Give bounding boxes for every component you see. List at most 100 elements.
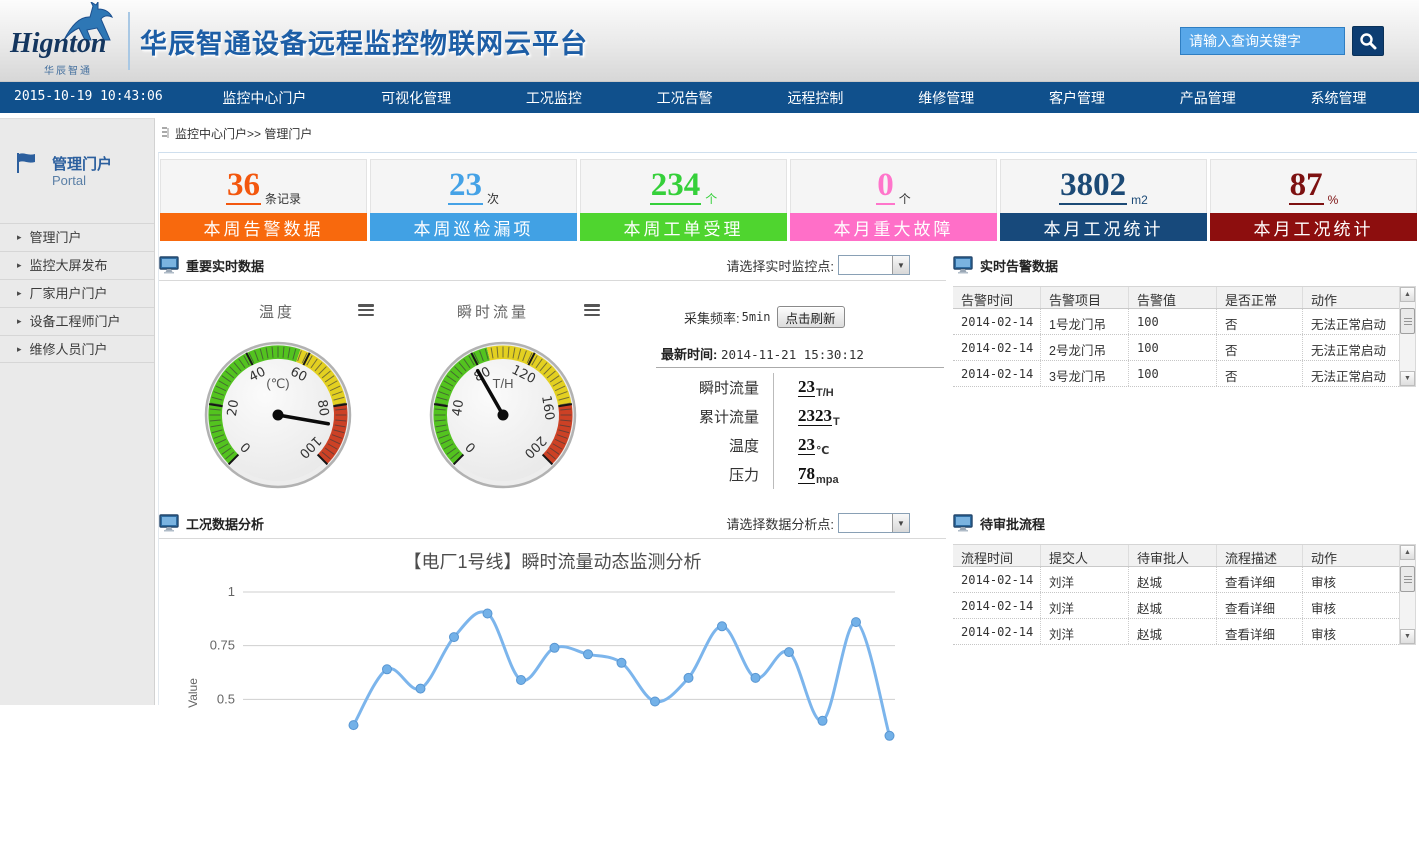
column-header: 提交人 xyxy=(1041,545,1129,566)
metric-label: 压力 xyxy=(656,464,773,485)
analysis-point-select[interactable]: ▼ xyxy=(838,513,910,533)
search-input[interactable] xyxy=(1180,27,1345,55)
approval-table: 流程时间提交人待审批人流程描述动作2014-02-14刘洋赵城查看详细审核201… xyxy=(953,544,1416,645)
stat-card-3[interactable]: 234个本周工单受理 xyxy=(580,159,787,241)
nav-item-1[interactable]: 监控中心门户 xyxy=(222,88,306,108)
nav-item-6[interactable]: 维修管理 xyxy=(918,88,974,108)
table-cell: 否 xyxy=(1217,361,1303,386)
table-cell: 3号龙门吊 xyxy=(1041,361,1129,386)
table-cell: 100 xyxy=(1129,335,1217,360)
stat-label-bar: 本周巡检漏项 xyxy=(370,213,577,241)
svg-text:20: 20 xyxy=(225,399,242,418)
sidebar-item-1[interactable]: ▸管理门户 xyxy=(0,223,154,251)
sidebar-item-4[interactable]: ▸ 设备工程师门户 xyxy=(0,307,154,335)
scrollbar-track[interactable] xyxy=(1400,560,1415,629)
scroll-down-icon[interactable]: ▼ xyxy=(1400,371,1415,386)
stat-card-1[interactable]: 36条记录本周告警数据 xyxy=(160,159,367,241)
metrics-list: 瞬时流量23T/H累计流量2323T温度23℃压力78mpa xyxy=(656,373,946,489)
chevron-down-icon: ▼ xyxy=(892,256,909,274)
table-cell: 刘洋 xyxy=(1041,567,1129,592)
chart-menu-icon[interactable] xyxy=(358,304,374,316)
column-header: 告警值 xyxy=(1129,287,1217,308)
table-cell[interactable]: 查看详细 xyxy=(1217,567,1303,592)
chart-menu-icon[interactable] xyxy=(584,304,600,316)
column-header: 动作 xyxy=(1303,287,1399,308)
stat-value-area: 87% xyxy=(1210,159,1417,213)
svg-text:(℃): (℃) xyxy=(266,376,289,391)
search-icon xyxy=(1359,32,1377,50)
table-cell: 刘洋 xyxy=(1041,619,1129,644)
scrollbar[interactable]: ▲▼ xyxy=(1399,286,1416,387)
scrollbar-thumb[interactable] xyxy=(1400,566,1415,592)
gauge-temperature-title: 温度 xyxy=(259,301,295,322)
stat-card-5[interactable]: 3802m2本月工况统计 xyxy=(1000,159,1207,241)
triangle-right-icon: ▸ xyxy=(17,224,22,251)
sidebar-item-2[interactable]: ▸监控大屏发布 xyxy=(0,251,154,279)
sidebar-item-3[interactable]: ▸厂家用户门户 xyxy=(0,279,154,307)
nav-item-7[interactable]: 客户管理 xyxy=(1049,88,1105,108)
sidebar-title: 管理门户 xyxy=(52,153,112,174)
table-body: 告警时间告警项目告警值是否正常动作2014-02-141号龙门吊100否无法正常… xyxy=(953,286,1399,387)
panel-alarm-header: 实时告警数据 xyxy=(953,250,1418,280)
chevron-down-icon: ▼ xyxy=(892,514,909,532)
collect-frequency-row: 采集频率: 5min 点击刷新 xyxy=(684,306,845,328)
nav-item-5[interactable]: 远程控制 xyxy=(787,88,843,108)
latest-time-label: 最新时间: xyxy=(661,347,717,362)
scroll-down-icon[interactable]: ▼ xyxy=(1400,629,1415,644)
sidebar-item-label: 设备工程师门户 xyxy=(30,308,121,335)
triangle-right-icon: ▸ xyxy=(17,252,22,279)
stat-card-6[interactable]: 87%本月工况统计 xyxy=(1210,159,1417,241)
table-cell[interactable]: 查看详细 xyxy=(1217,619,1303,644)
scroll-up-icon[interactable]: ▲ xyxy=(1400,287,1415,302)
scrollbar-track[interactable] xyxy=(1400,302,1415,371)
nav-item-9[interactable]: 系统管理 xyxy=(1311,88,1367,108)
stat-unit: 个 xyxy=(899,190,911,213)
scrollbar[interactable]: ▲▼ xyxy=(1399,544,1416,645)
svg-text:Value: Value xyxy=(186,678,200,708)
nav-item-8[interactable]: 产品管理 xyxy=(1180,88,1236,108)
stat-card-4[interactable]: 0个本月重大故障 xyxy=(790,159,997,241)
scrollbar-thumb[interactable] xyxy=(1400,308,1415,334)
table-cell[interactable]: 审核 xyxy=(1303,619,1399,644)
panel-alarm-data: 实时告警数据 告警时间告警项目告警值是否正常动作2014-02-141号龙门吊1… xyxy=(953,250,1418,508)
nav-item-3[interactable]: 工况监控 xyxy=(526,88,582,108)
scroll-up-icon[interactable]: ▲ xyxy=(1400,545,1415,560)
flag-icon xyxy=(14,151,38,175)
stat-unit: % xyxy=(1328,193,1339,213)
stat-number: 87 xyxy=(1289,169,1324,205)
triangle-right-icon: ▸ xyxy=(17,308,22,335)
metric-value-cell: 23T/H xyxy=(773,373,834,402)
sidebar-item-5[interactable]: ▸维修人员门户 xyxy=(0,335,154,363)
nav-item-4[interactable]: 工况告警 xyxy=(657,88,713,108)
table-cell: 2号龙门吊 xyxy=(1041,335,1129,360)
table-cell: 100 xyxy=(1129,361,1217,386)
column-header: 告警项目 xyxy=(1041,287,1129,308)
svg-text:0.5: 0.5 xyxy=(217,691,235,706)
refresh-button[interactable]: 点击刷新 xyxy=(777,306,845,328)
panel-analysis: 工况数据分析 请选择数据分析点: ▼ 【电厂1号线】瞬时流量动态监测分析 10.… xyxy=(159,508,946,858)
table-cell[interactable]: 查看详细 xyxy=(1217,593,1303,618)
table-cell: 无法正常启动 xyxy=(1303,361,1399,386)
temperature-gauge: 020406080100(℃) xyxy=(203,340,353,490)
app-header: Hignton 华辰智通 华辰智通设备远程监控物联网云平台 xyxy=(0,0,1419,82)
stat-label-bar: 本周工单受理 xyxy=(580,213,787,241)
table-cell[interactable]: 审核 xyxy=(1303,567,1399,592)
search-button[interactable] xyxy=(1352,26,1384,56)
monitor-point-select[interactable]: ▼ xyxy=(838,255,910,275)
table-cell[interactable]: 审核 xyxy=(1303,593,1399,618)
breadcrumb[interactable]: 监控中心门户>> 管理门户 xyxy=(162,122,312,144)
content-area: 36条记录本周告警数据23次本周巡检漏项234个本周工单受理0个本月重大故障38… xyxy=(158,152,1417,705)
stat-value-area: 234个 xyxy=(580,159,787,213)
stat-card-2[interactable]: 23次本周巡检漏项 xyxy=(370,159,577,241)
sidebar-item-label: 厂家用户门户 xyxy=(30,280,108,307)
table-cell: 2014-02-14 xyxy=(953,361,1041,386)
nav-item-2[interactable]: 可视化管理 xyxy=(381,88,451,108)
grip-icon xyxy=(1404,576,1412,583)
metric-unit: mpa xyxy=(816,474,839,489)
column-header: 流程时间 xyxy=(953,545,1041,566)
analysis-point-select-label: 请选择数据分析点: xyxy=(726,514,834,533)
metric-unit: T xyxy=(833,416,840,431)
logo-divider xyxy=(128,12,130,70)
logo[interactable]: Hignton 华辰智通 xyxy=(8,2,128,80)
frequency-label: 采集频率: xyxy=(684,308,740,327)
